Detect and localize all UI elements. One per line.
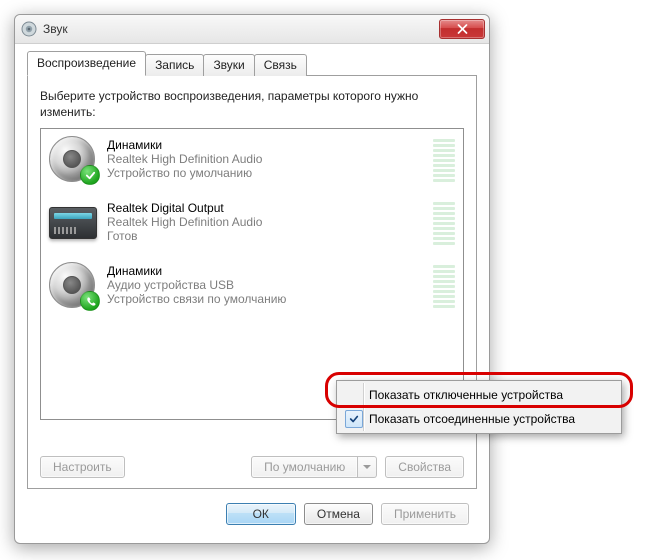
device-status: Готов xyxy=(107,229,423,243)
tab-strip: Воспроизведение Запись Звуки Связь xyxy=(27,51,481,75)
set-default-splitbutton[interactable]: По умолчанию xyxy=(251,456,377,478)
tab-communications[interactable]: Связь xyxy=(254,54,307,76)
tab-recording[interactable]: Запись xyxy=(145,54,204,76)
ok-button[interactable]: ОК xyxy=(226,503,296,525)
device-item[interactable]: Динамики Аудио устройства USB Устройство… xyxy=(41,255,463,318)
sound-app-icon xyxy=(21,21,37,37)
device-name: Динамики xyxy=(107,138,423,152)
device-item[interactable]: Realtek Digital Output Realtek High Defi… xyxy=(41,192,463,255)
client-area: Воспроизведение Запись Звуки Связь Выбер… xyxy=(23,51,481,535)
cancel-button[interactable]: Отмена xyxy=(304,503,373,525)
menu-item-label: Показать отключенные устройства xyxy=(369,388,563,402)
device-icon-wrap xyxy=(49,199,97,245)
device-list[interactable]: Динамики Realtek High Definition Audio У… xyxy=(40,128,464,420)
device-driver: Realtek High Definition Audio xyxy=(107,215,423,229)
close-button[interactable] xyxy=(439,19,485,39)
dialog-button-row: ОК Отмена Применить xyxy=(226,503,469,525)
device-text: Realtek Digital Output Realtek High Defi… xyxy=(107,199,423,243)
device-status: Устройство по умолчанию xyxy=(107,166,423,180)
chevron-down-icon xyxy=(363,465,371,470)
menu-check-column xyxy=(343,407,365,431)
titlebar[interactable]: Звук xyxy=(15,15,489,44)
properties-button[interactable]: Свойства xyxy=(385,456,464,478)
checked-icon xyxy=(345,410,363,428)
tab-playback[interactable]: Воспроизведение xyxy=(27,51,146,76)
default-check-icon xyxy=(80,165,100,185)
tab-sounds[interactable]: Звуки xyxy=(203,54,254,76)
device-text: Динамики Realtek High Definition Audio У… xyxy=(107,136,423,180)
device-status: Устройство связи по умолчанию xyxy=(107,292,423,306)
set-default-button[interactable]: По умолчанию xyxy=(251,456,358,478)
window-title: Звук xyxy=(43,22,439,36)
sound-dialog: Звук Воспроизведение Запись Звуки Связь … xyxy=(14,14,490,544)
audio-interface-icon xyxy=(49,207,97,239)
device-name: Realtek Digital Output xyxy=(107,201,423,215)
device-text: Динамики Аудио устройства USB Устройство… xyxy=(107,262,423,306)
device-icon-wrap xyxy=(49,262,97,308)
level-meter xyxy=(433,136,455,185)
menu-item-label: Показать отсоединенные устройства xyxy=(369,412,575,426)
menu-show-disconnected[interactable]: Показать отсоединенные устройства xyxy=(339,407,619,431)
apply-button[interactable]: Применить xyxy=(381,503,469,525)
device-driver: Аудио устройства USB xyxy=(107,278,423,292)
menu-show-disabled[interactable]: Показать отключенные устройства xyxy=(339,383,619,407)
device-name: Динамики xyxy=(107,264,423,278)
level-meter xyxy=(433,199,455,248)
context-menu[interactable]: Показать отключенные устройства Показать… xyxy=(336,380,622,434)
menu-check-column xyxy=(343,383,365,407)
instruction-text: Выберите устройство воспроизведения, пар… xyxy=(40,88,464,120)
level-meter xyxy=(433,262,455,311)
configure-button[interactable]: Настроить xyxy=(40,456,125,478)
set-default-dropdown[interactable] xyxy=(358,456,377,478)
device-driver: Realtek High Definition Audio xyxy=(107,152,423,166)
default-comm-icon xyxy=(80,291,100,311)
device-icon-wrap xyxy=(49,136,97,182)
device-item[interactable]: Динамики Realtek High Definition Audio У… xyxy=(41,129,463,192)
close-icon xyxy=(457,24,468,34)
panel-button-row: Настроить По умолчанию Свойства xyxy=(40,456,464,478)
